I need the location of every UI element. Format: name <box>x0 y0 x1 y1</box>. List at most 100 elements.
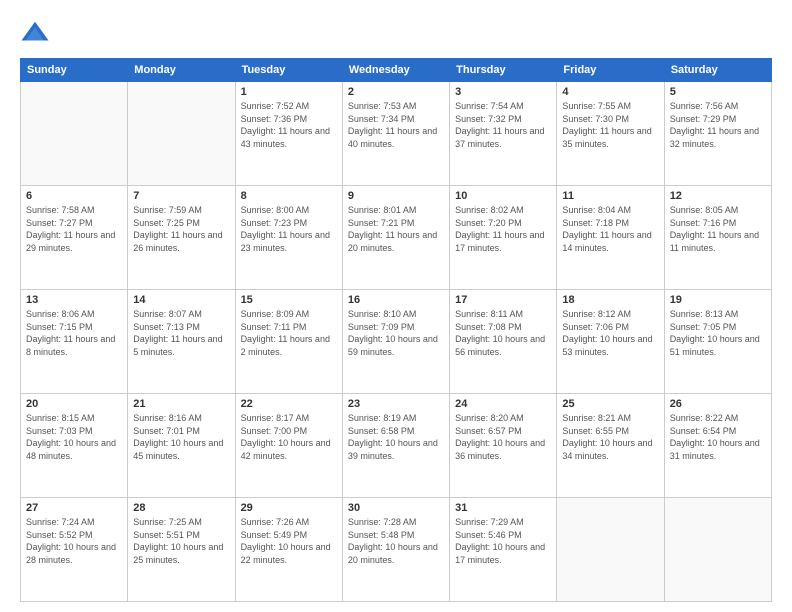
sunset-text: Sunset: 6:54 PM <box>670 425 766 438</box>
calendar-day-cell <box>557 498 664 602</box>
calendar-day-cell: 11 Sunrise: 8:04 AMSunset: 7:18 PMDayligh… <box>557 186 664 290</box>
sunrise-text: Sunrise: 7:58 AM <box>26 204 122 217</box>
calendar-day-cell: 16 Sunrise: 8:10 AMSunset: 7:09 PMDayligh… <box>342 290 449 394</box>
day-number: 20 <box>26 398 122 410</box>
day-number: 13 <box>26 294 122 306</box>
calendar-day-cell: 19 Sunrise: 8:13 AMSunset: 7:05 PMDayligh… <box>664 290 771 394</box>
calendar-day-cell: 21Sunrise: 8:16 AMSunset: 7:01 PMDayligh… <box>128 394 235 498</box>
day-number: 27 <box>26 502 122 514</box>
daylight-text: Daylight: 11 hours and 43 minutes. <box>241 125 337 150</box>
daylight-text: Daylight: 10 hours and 59 minutes. <box>348 333 444 358</box>
calendar-day-cell: 14Sunrise: 8:07 AMSunset: 7:13 PMDayligh… <box>128 290 235 394</box>
sunrise-text: Sunrise: 8:13 AM <box>670 308 766 321</box>
logo <box>20 18 54 48</box>
day-number: 19 <box>670 294 766 306</box>
sunset-text: Sunset: 7:36 PM <box>241 113 337 126</box>
sunset-text: Sunset: 5:48 PM <box>348 529 444 542</box>
daylight-text: Daylight: 10 hours and 34 minutes. <box>562 437 658 462</box>
daylight-text: Daylight: 10 hours and 53 minutes. <box>562 333 658 358</box>
day-number: 25 <box>562 398 658 410</box>
calendar-table: SundayMondayTuesdayWednesdayThursdayFrid… <box>20 58 772 602</box>
sunset-text: Sunset: 7:20 PM <box>455 217 551 230</box>
day-info: Sunrise: 7:29 AMSunset: 5:46 PMDaylight:… <box>455 516 551 566</box>
day-number: 7 <box>133 190 229 202</box>
day-number: 31 <box>455 502 551 514</box>
sunrise-text: Sunrise: 7:52 AM <box>241 100 337 113</box>
daylight-text: Daylight: 10 hours and 56 minutes. <box>455 333 551 358</box>
sunset-text: Sunset: 7:13 PM <box>133 321 229 334</box>
calendar-week-row: 1Sunrise: 7:52 AMSunset: 7:36 PMDaylight… <box>21 82 772 186</box>
calendar-day-cell: 3Sunrise: 7:54 AMSunset: 7:32 PMDaylight… <box>450 82 557 186</box>
calendar-day-cell <box>21 82 128 186</box>
day-info: Sunrise: 7:25 AMSunset: 5:51 PMDaylight:… <box>133 516 229 566</box>
calendar-day-cell: 15Sunrise: 8:09 AMSunset: 7:11 PMDayligh… <box>235 290 342 394</box>
daylight-text: Daylight: 10 hours and 51 minutes. <box>670 333 766 358</box>
sunset-text: Sunset: 7:25 PM <box>133 217 229 230</box>
day-number: 4 <box>562 86 658 98</box>
page: SundayMondayTuesdayWednesdayThursdayFrid… <box>0 0 792 612</box>
day-info: Sunrise: 8:19 AMSunset: 6:58 PMDaylight:… <box>348 412 444 462</box>
day-info: Sunrise: 7:28 AMSunset: 5:48 PMDaylight:… <box>348 516 444 566</box>
day-info: Sunrise: 8:04 AMSunset: 7:18 PMDaylight:… <box>562 204 658 254</box>
daylight-text: Daylight: 11 hours and 35 minutes. <box>562 125 658 150</box>
sunset-text: Sunset: 7:23 PM <box>241 217 337 230</box>
calendar-day-cell: 26Sunrise: 8:22 AMSunset: 6:54 PMDayligh… <box>664 394 771 498</box>
sunrise-text: Sunrise: 7:26 AM <box>241 516 337 529</box>
daylight-text: Daylight: 11 hours and 17 minutes. <box>455 229 551 254</box>
day-number: 28 <box>133 502 229 514</box>
day-number: 8 <box>241 190 337 202</box>
calendar-day-cell: 13 Sunrise: 8:06 AMSunset: 7:15 PMDayligh… <box>21 290 128 394</box>
sunset-text: Sunset: 5:51 PM <box>133 529 229 542</box>
daylight-text: Daylight: 10 hours and 17 minutes. <box>455 541 551 566</box>
day-number: 6 <box>26 190 122 202</box>
sunset-text: Sunset: 5:46 PM <box>455 529 551 542</box>
daylight-text: Daylight: 11 hours and 5 minutes. <box>133 333 229 358</box>
day-info: Sunrise: 8:21 AMSunset: 6:55 PMDaylight:… <box>562 412 658 462</box>
sunset-text: Sunset: 6:57 PM <box>455 425 551 438</box>
weekday-header: Friday <box>557 59 664 82</box>
daylight-text: Daylight: 11 hours and 23 minutes. <box>241 229 337 254</box>
calendar-day-cell <box>128 82 235 186</box>
sunrise-text: Sunrise: 7:59 AM <box>133 204 229 217</box>
calendar-day-cell: 24Sunrise: 8:20 AMSunset: 6:57 PMDayligh… <box>450 394 557 498</box>
calendar-day-cell: 22Sunrise: 8:17 AMSunset: 7:00 PMDayligh… <box>235 394 342 498</box>
day-info: Sunrise: 8:06 AMSunset: 7:15 PMDaylight:… <box>26 308 122 358</box>
sunrise-text: Sunrise: 7:56 AM <box>670 100 766 113</box>
sunrise-text: Sunrise: 8:06 AM <box>26 308 122 321</box>
daylight-text: Daylight: 11 hours and 29 minutes. <box>26 229 122 254</box>
day-number: 11 <box>562 190 658 202</box>
calendar-day-cell: 12Sunrise: 8:05 AMSunset: 7:16 PMDayligh… <box>664 186 771 290</box>
day-number: 16 <box>348 294 444 306</box>
sunset-text: Sunset: 7:09 PM <box>348 321 444 334</box>
day-info: Sunrise: 8:13 AMSunset: 7:05 PMDaylight:… <box>670 308 766 358</box>
daylight-text: Daylight: 11 hours and 2 minutes. <box>241 333 337 358</box>
sunset-text: Sunset: 7:30 PM <box>562 113 658 126</box>
sunset-text: Sunset: 7:32 PM <box>455 113 551 126</box>
daylight-text: Daylight: 11 hours and 37 minutes. <box>455 125 551 150</box>
calendar-day-cell: 1Sunrise: 7:52 AMSunset: 7:36 PMDaylight… <box>235 82 342 186</box>
day-number: 15 <box>241 294 337 306</box>
day-number: 22 <box>241 398 337 410</box>
calendar-day-cell: 4Sunrise: 7:55 AMSunset: 7:30 PMDaylight… <box>557 82 664 186</box>
calendar-day-cell: 10Sunrise: 8:02 AMSunset: 7:20 PMDayligh… <box>450 186 557 290</box>
day-number: 17 <box>455 294 551 306</box>
sunrise-text: Sunrise: 8:15 AM <box>26 412 122 425</box>
sunset-text: Sunset: 7:15 PM <box>26 321 122 334</box>
daylight-text: Daylight: 11 hours and 8 minutes. <box>26 333 122 358</box>
daylight-text: Daylight: 10 hours and 36 minutes. <box>455 437 551 462</box>
day-info: Sunrise: 7:56 AMSunset: 7:29 PMDaylight:… <box>670 100 766 150</box>
sunrise-text: Sunrise: 7:24 AM <box>26 516 122 529</box>
daylight-text: Daylight: 10 hours and 39 minutes. <box>348 437 444 462</box>
calendar-header: SundayMondayTuesdayWednesdayThursdayFrid… <box>21 59 772 82</box>
day-info: Sunrise: 8:10 AMSunset: 7:09 PMDaylight:… <box>348 308 444 358</box>
sunrise-text: Sunrise: 7:29 AM <box>455 516 551 529</box>
sunset-text: Sunset: 6:55 PM <box>562 425 658 438</box>
sunrise-text: Sunrise: 7:25 AM <box>133 516 229 529</box>
calendar-day-cell: 8Sunrise: 8:00 AMSunset: 7:23 PMDaylight… <box>235 186 342 290</box>
day-number: 10 <box>455 190 551 202</box>
day-info: Sunrise: 7:52 AMSunset: 7:36 PMDaylight:… <box>241 100 337 150</box>
weekday-row: SundayMondayTuesdayWednesdayThursdayFrid… <box>21 59 772 82</box>
sunrise-text: Sunrise: 8:19 AM <box>348 412 444 425</box>
daylight-text: Daylight: 11 hours and 26 minutes. <box>133 229 229 254</box>
day-number: 9 <box>348 190 444 202</box>
